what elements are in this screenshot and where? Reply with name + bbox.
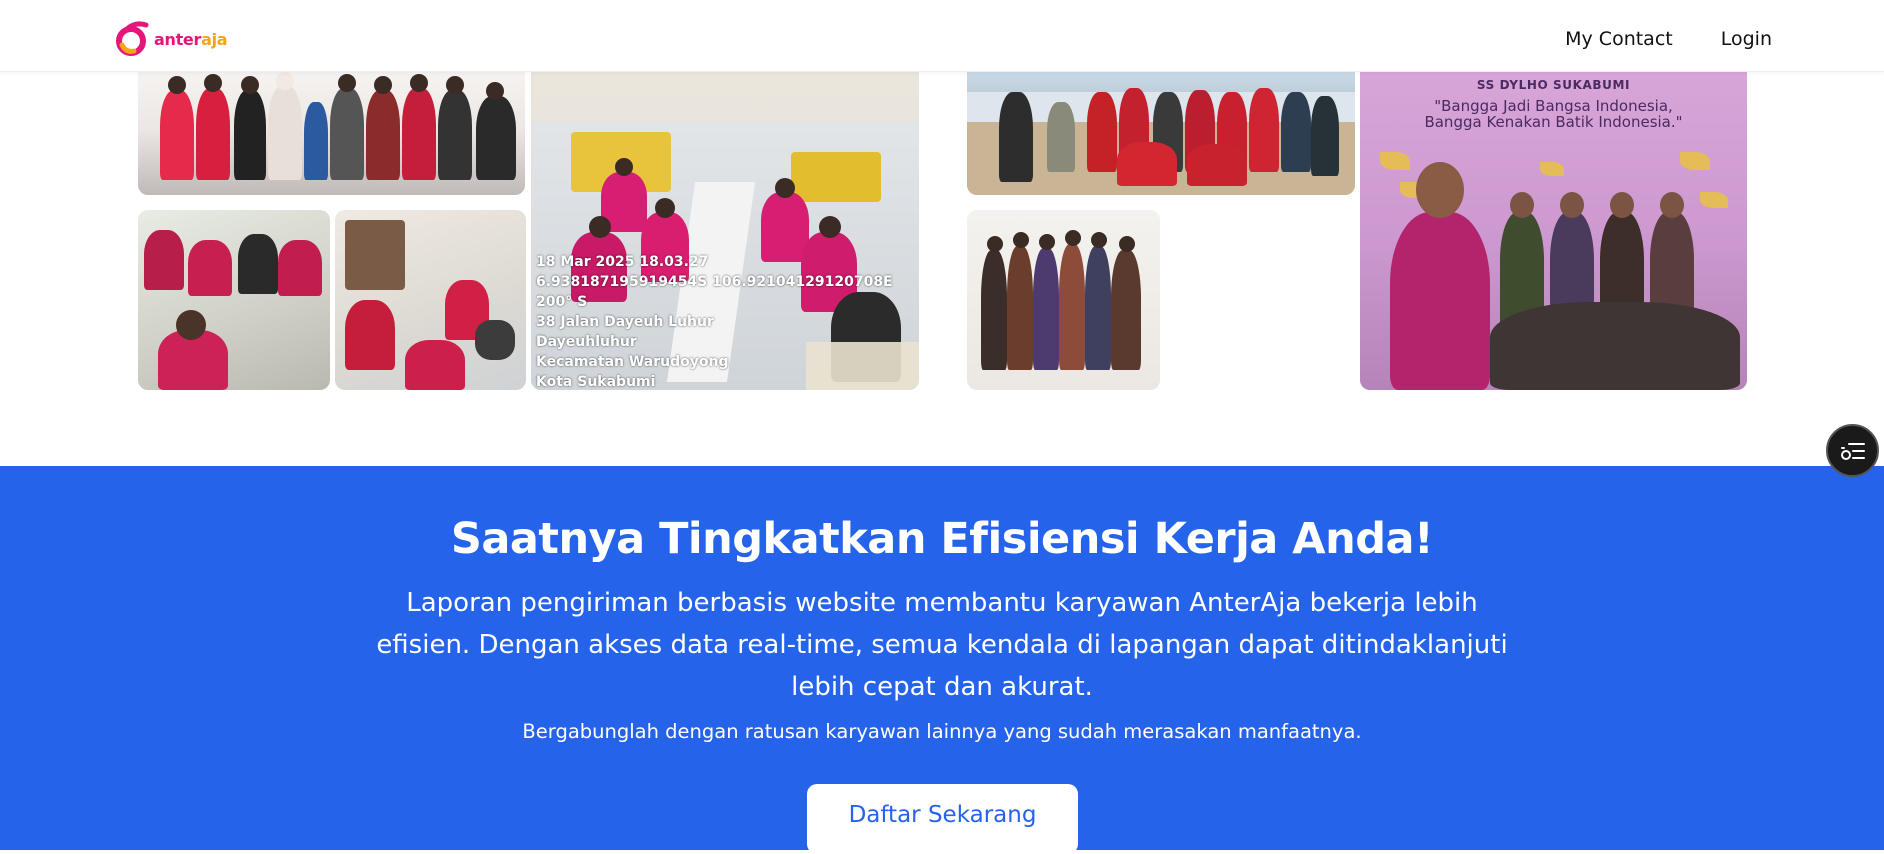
site-header: anteraja My Contact Login [0, 0, 1884, 72]
geotag-line: Kota Sukabumi [536, 374, 656, 390]
geotag-line: 6.938187195919454S 106.92104129120708E [536, 274, 893, 290]
geotag-line: 18 Mar 2025 18.03.27 [536, 254, 709, 270]
geotag-line: Kecamatan Warudoyong [536, 354, 729, 370]
photo-scene [138, 62, 525, 195]
nav-login[interactable]: Login [1721, 24, 1772, 54]
main-nav: My Contact Login [1565, 24, 1772, 54]
gallery-photo-beach-outing[interactable] [967, 62, 1355, 195]
geotag-line: 200° S [536, 294, 588, 310]
photo-scene [335, 210, 526, 390]
poster-quote-line: "Bangga Jadi Bangsa Indonesia, [1434, 97, 1673, 115]
floating-menu-button[interactable] [1826, 424, 1879, 477]
gallery-photo-group-event[interactable] [138, 62, 525, 195]
cta-subtext: Bergabunglah dengan ratusan karyawan lai… [522, 720, 1362, 743]
poster-quote-line: Bangga Kenakan Batik Indonesia." [1424, 113, 1683, 131]
gallery-photo-batik-group[interactable] [967, 210, 1160, 390]
photo-scene [138, 210, 330, 390]
geotag-overlay: 18 Mar 2025 18.03.27 6.938187195919454S … [536, 252, 893, 390]
photo-gallery: 18 Mar 2025 18.03.27 6.938187195919454S … [0, 62, 1884, 466]
poster-quote: "Bangga Jadi Bangsa Indonesia, Bangga Ke… [1360, 98, 1747, 130]
cta-description: Laporan pengiriman berbasis website memb… [376, 588, 1508, 702]
geotag-line: 38 Jalan Dayeuh Luhur [536, 314, 714, 330]
geotag-line: Dayeuhluhur [536, 334, 637, 350]
cta-section: Saatnya Tingkatkan Efisiensi Kerja Anda!… [0, 466, 1884, 854]
anteraja-logo-icon [116, 21, 149, 56]
nav-my-contact[interactable]: My Contact [1565, 24, 1673, 54]
gallery-photo-sorting-packages[interactable] [335, 210, 526, 390]
gallery-photo-workers-floor[interactable] [138, 210, 330, 390]
register-now-button[interactable]: Daftar Sekarang [807, 784, 1078, 854]
list-settings-icon [1840, 442, 1865, 460]
gallery-photo-team-meal[interactable]: 18 Mar 2025 18.03.27 6.938187195919454S … [531, 62, 919, 390]
anteraja-logo[interactable]: anteraja [112, 20, 228, 58]
poster-org-name: SS DYLHO SUKABUMI [1476, 78, 1631, 92]
gallery-poster-batik-day[interactable]: SS DYLHO SUKABUMI "Bangga Jadi Bangsa In… [1360, 62, 1747, 390]
photo-scene [967, 62, 1355, 195]
logo-wordmark: anteraja [154, 29, 228, 49]
cta-title: Saatnya Tingkatkan Efisiensi Kerja Anda! [450, 514, 1434, 564]
photo-scene [967, 210, 1160, 390]
